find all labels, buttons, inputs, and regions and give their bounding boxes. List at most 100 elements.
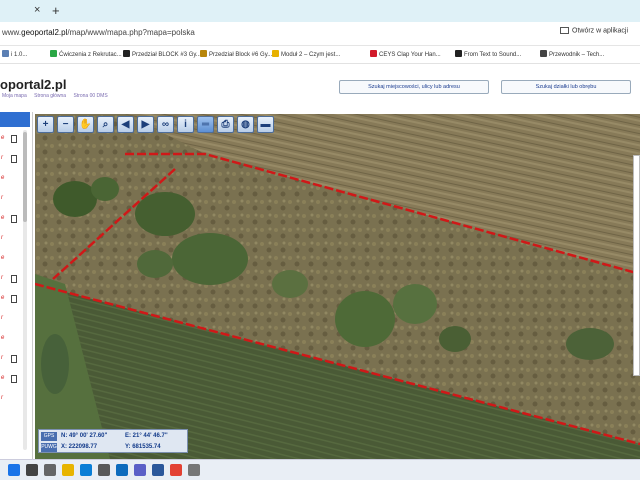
layer-item-label: e	[1, 255, 5, 261]
bookmark-item[interactable]: CEYS Clap Your Han...	[370, 50, 441, 58]
search-address-button[interactable]: Szukaj miejscowości, ulicy lub adresu	[339, 80, 489, 94]
bookmark-favicon-icon	[123, 50, 130, 57]
layers-scrollbar-thumb[interactable]	[23, 132, 27, 222]
site-title[interactable]: oportal2.pl	[0, 77, 66, 92]
right-panel-tab[interactable]	[633, 155, 640, 376]
search-parcel-button[interactable]: Szukaj działki lub obrębu	[501, 80, 631, 94]
bookmark-label: Przedział BLOCK #3 Gy...	[132, 52, 201, 58]
back-arrow-icon[interactable]: ◀	[117, 116, 134, 133]
bookmark-favicon-icon	[370, 50, 377, 57]
url-host: geoportal2.pl	[21, 28, 68, 37]
bookmark-label: Moduł 2 – Czym jest...	[281, 52, 341, 58]
chrome-icon[interactable]	[170, 464, 182, 476]
nav-link-home[interactable]: Strona główna	[34, 93, 66, 99]
site-nav: Moja mapa Strona główna Strona 00 DMS	[2, 93, 114, 99]
app-window-icon	[560, 27, 569, 34]
bookmark-favicon-icon	[455, 50, 462, 57]
search-icon[interactable]	[26, 464, 38, 476]
layer-item-label: e	[1, 215, 5, 221]
layer-item-label: e	[1, 295, 5, 301]
document-icon[interactable]	[11, 155, 17, 163]
layer-item-label: r	[1, 275, 3, 281]
coords-longitude: E: 21° 44' 46.7"	[125, 433, 168, 439]
mail-icon[interactable]	[116, 464, 128, 476]
bookmark-label: CEYS Clap Your Han...	[379, 52, 441, 58]
layer-item-label: e	[1, 335, 5, 341]
url-text[interactable]: www.geoportal2.pl/map/www/mapa.php?mapa=…	[2, 28, 195, 37]
address-bar[interactable]: www.geoportal2.pl/map/www/mapa.php?mapa=…	[0, 22, 640, 46]
layer-item-label: e	[1, 375, 5, 381]
bookmark-favicon-icon	[50, 50, 57, 57]
url-prefix: www.	[2, 28, 22, 37]
layer-item-label: r	[1, 355, 3, 361]
layer-item-label: r	[1, 235, 3, 241]
store-icon[interactable]	[98, 464, 110, 476]
document-icon[interactable]	[11, 375, 17, 383]
bookmark-label: Ćwiczenia z Rekrutac...	[59, 52, 122, 58]
bookmark-label: Przewodnik – Tech...	[549, 52, 605, 58]
settings-icon[interactable]	[188, 464, 200, 476]
aerial-map[interactable]	[35, 114, 640, 459]
layer-item-label: r	[1, 315, 3, 321]
bookmark-item[interactable]: From Text to Sound...	[455, 50, 521, 58]
camera-icon[interactable]: ▬	[257, 116, 274, 133]
bookmark-favicon-icon	[2, 50, 9, 57]
bookmark-favicon-icon	[540, 50, 547, 57]
bookmark-label: Przedział Block #6 Gy...	[209, 52, 273, 58]
bookmarks-bar: i 1.0... Ćwiczenia z Rekrutac... Przedział…	[0, 46, 640, 64]
zoom-window-icon[interactable]: ⌕	[97, 116, 114, 133]
pan-hand-icon[interactable]: ✋	[77, 116, 94, 133]
document-icon[interactable]	[11, 135, 17, 143]
document-icon[interactable]	[11, 355, 17, 363]
windows-taskbar	[0, 459, 640, 480]
layer-item-label: r	[1, 395, 3, 401]
bookmark-item[interactable]: Przedział BLOCK #3 Gy...	[123, 50, 201, 58]
link-icon[interactable]: ∞	[157, 116, 174, 133]
measure-icon[interactable]: ═	[197, 116, 214, 133]
taskview-icon[interactable]	[44, 464, 56, 476]
word-icon[interactable]	[152, 464, 164, 476]
print-icon[interactable]: ⎙	[217, 116, 234, 133]
map-toolbar: + − ✋ ⌕ ◀ ▶ ∞ i ═ ⎙ ◍ ▬	[35, 114, 277, 135]
bookmark-label: i 1.0...	[11, 52, 28, 58]
document-icon[interactable]	[11, 215, 17, 223]
zoom-in-icon[interactable]: +	[37, 116, 54, 133]
new-tab-button[interactable]: +	[52, 3, 60, 18]
layer-item-label: e	[1, 175, 5, 181]
open-in-app-button[interactable]: Otwórz w aplikacji	[560, 27, 638, 41]
layer-item-label: e	[1, 135, 5, 141]
close-tab-icon[interactable]: ×	[34, 4, 40, 16]
bookmark-item[interactable]: i 1.0...	[2, 50, 27, 58]
bookmark-favicon-icon	[200, 50, 207, 57]
explorer-icon[interactable]	[62, 464, 74, 476]
bookmark-item[interactable]: Przedział Block #6 Gy...	[200, 50, 272, 58]
coords-tag-puwg: PUWG	[41, 443, 57, 452]
forward-arrow-icon[interactable]: ▶	[137, 116, 154, 133]
globe-icon[interactable]: ◍	[237, 116, 254, 133]
info-icon[interactable]: i	[177, 116, 194, 133]
coords-x: X: 222098.77	[61, 444, 98, 450]
nav-link-my-map[interactable]: Moja mapa	[2, 93, 27, 99]
layers-panel-header[interactable]	[0, 112, 30, 127]
layers-panel: e r e r e r e r e r e r e r	[0, 112, 33, 459]
teams-icon[interactable]	[134, 464, 146, 476]
coords-y: Y: 681535.74	[125, 444, 161, 450]
url-path: /map/www/mapa.php?mapa=polska	[67, 28, 195, 37]
bookmark-item[interactable]: Przewodnik – Tech...	[540, 50, 604, 58]
windows-icon[interactable]	[8, 464, 20, 476]
document-icon[interactable]	[11, 295, 17, 303]
bookmark-item[interactable]: Moduł 2 – Czym jest...	[272, 50, 340, 58]
zoom-out-icon[interactable]: −	[57, 116, 74, 133]
layer-item-label: r	[1, 195, 3, 201]
nav-link-dms[interactable]: Strona 00 DMS	[73, 93, 107, 99]
coordinates-box: GPS PUWG N: 49° 00' 27.60" E: 21° 44' 46…	[38, 429, 188, 453]
coords-tag-gps: GPS	[41, 432, 57, 441]
browser-tab-bar: × +	[0, 0, 640, 22]
document-icon[interactable]	[11, 275, 17, 283]
edge-icon[interactable]	[80, 464, 92, 476]
open-in-app-label: Otwórz w aplikacji	[572, 27, 629, 35]
map-view[interactable]: + − ✋ ⌕ ◀ ▶ ∞ i ═ ⎙ ◍ ▬ GPS PUWG N: 49° 00' 27.60" …	[35, 114, 640, 459]
layer-item-label: r	[1, 155, 3, 161]
bookmark-favicon-icon	[272, 50, 279, 57]
bookmark-item[interactable]: Ćwiczenia z Rekrutac...	[50, 50, 122, 58]
